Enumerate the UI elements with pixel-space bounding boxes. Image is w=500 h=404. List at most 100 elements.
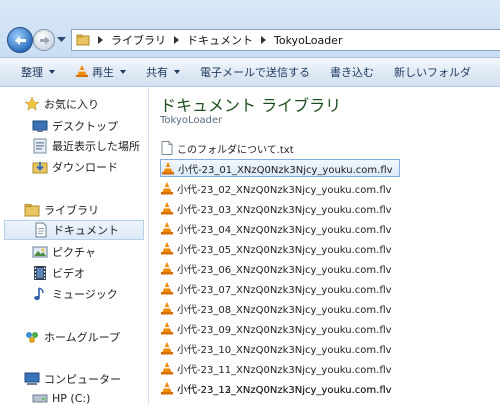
document-icon — [33, 222, 49, 238]
sidebar-item-favorites[interactable]: お気に入り — [24, 94, 99, 114]
vlc-cone-icon — [160, 181, 174, 195]
file-row[interactable]: 小代-23_05_XNzQ0Nzk3Njcy_youku.com.flv — [160, 239, 400, 257]
breadcrumb-separator-icon[interactable] — [261, 36, 266, 44]
breadcrumb-libraries[interactable]: ライブラリ — [111, 32, 166, 48]
vlc-cone-icon — [160, 221, 174, 235]
breadcrumb-separator-icon[interactable] — [174, 36, 179, 44]
forward-button[interactable] — [33, 29, 55, 51]
file-name: 小代-23_03_XNzQ0Nzk3Njcy_youku.com.flv — [177, 204, 392, 216]
vlc-cone-icon — [160, 361, 174, 375]
file-row[interactable]: 小代-23_11_XNzQ0Nzk3Njcy_youku.com.flv — [160, 359, 400, 377]
file-row[interactable]: 小代-23_04_XNzQ0Nzk3Njcy_youku.com.flv — [160, 219, 400, 237]
vlc-cone-icon — [160, 381, 174, 395]
sidebar-item-music[interactable]: ミュージック — [32, 284, 118, 304]
vlc-cone-icon — [160, 201, 174, 215]
file-row[interactable]: 小代-23_06_XNzQ0Nzk3Njcy_youku.com.flv — [160, 259, 400, 277]
sidebar-item-downloads[interactable]: ダウンロード — [32, 157, 118, 177]
sidebar-label: デスクトップ — [52, 120, 118, 133]
sidebar-item-documents[interactable]: ドキュメント — [4, 220, 144, 240]
file-row[interactable]: 小代-23_07_XNzQ0Nzk3Njcy_youku.com.flv — [160, 279, 400, 297]
sidebar-item-pictures[interactable]: ピクチャ — [32, 242, 96, 262]
back-button[interactable] — [7, 27, 33, 53]
chevron-down-icon — [174, 70, 180, 74]
share-label: 共有 — [146, 66, 168, 79]
sidebar-label: ホームグループ — [44, 331, 121, 344]
file-name: このフォルダについて.txt — [177, 144, 294, 156]
file-name: 小代-23_02_XNzQ0Nzk3Njcy_youku.com.flv — [177, 184, 392, 196]
breadcrumb-tokyoloader[interactable]: TokyoLoader — [274, 34, 342, 47]
vlc-cone-icon — [160, 261, 174, 275]
sidebar-item-recent-places[interactable]: 最近表示した場所 — [32, 136, 140, 156]
sidebar-label: お気に入り — [44, 98, 99, 111]
music-note-icon — [32, 286, 48, 302]
vlc-cone-icon — [160, 321, 174, 335]
sidebar-item-libraries[interactable]: ライブラリ — [24, 200, 99, 220]
sidebar-label: ミュージック — [52, 288, 118, 301]
file-row[interactable]: このフォルダについて.txt — [160, 139, 400, 157]
file-row[interactable]: 小代-23_13_XNzQ0Nzk3Njcy_youku.com.flv — [160, 379, 400, 397]
star-icon — [24, 96, 40, 112]
desktop-icon — [32, 118, 48, 134]
text-file-icon — [160, 141, 174, 155]
library-icon — [24, 202, 40, 218]
file-name: 小代-23_07_XNzQ0Nzk3Njcy_youku.com.flv — [177, 284, 392, 296]
address-bar-area: ライブラリ ドキュメント TokyoLoader — [0, 0, 500, 58]
file-name: 小代-23_10_XNzQ0Nzk3Njcy_youku.com.flv — [177, 344, 392, 356]
sidebar-label: ダウンロード — [52, 161, 118, 174]
explorer-window: ライブラリ ドキュメント TokyoLoader 整理 再生 共有 電子メールで… — [0, 0, 500, 404]
file-name: 小代-23_08_XNzQ0Nzk3Njcy_youku.com.flv — [177, 304, 392, 316]
sidebar-item-homegroup[interactable]: ホームグループ — [24, 327, 120, 347]
file-row[interactable]: 小代-23_10_XNzQ0Nzk3Njcy_youku.com.flv — [160, 339, 400, 357]
library-subtitle: TokyoLoader — [160, 115, 223, 126]
file-row[interactable]: 小代-23_08_XNzQ0Nzk3Njcy_youku.com.flv — [160, 299, 400, 317]
chevron-down-icon — [120, 70, 126, 74]
computer-icon — [24, 371, 40, 387]
downloads-folder-icon — [32, 159, 48, 175]
sidebar-item-computer[interactable]: コンピューター — [24, 369, 121, 389]
library-title: ドキュメント ライブラリ — [160, 96, 342, 115]
back-arrow-icon — [15, 36, 26, 45]
new-folder-button[interactable]: 新しいフォルダ — [394, 61, 471, 83]
file-row[interactable]: 小代-23_02_XNzQ0Nzk3Njcy_youku.com.flv — [160, 179, 400, 197]
file-name: 小代-23_01_XNzQ0Nzk3Njcy_youku.com.flv — [178, 164, 393, 176]
recent-pages-dropdown-icon[interactable] — [57, 37, 66, 43]
breadcrumb-separator-icon[interactable] — [98, 36, 103, 44]
burn-button[interactable]: 書き込む — [330, 61, 374, 83]
vlc-cone-icon — [160, 281, 174, 295]
file-row[interactable]: 小代-23_09_XNzQ0Nzk3Njcy_youku.com.flv — [160, 319, 400, 337]
vlc-cone-icon — [160, 341, 174, 355]
file-name: 小代-23_11_XNzQ0Nzk3Njcy_youku.com.flv — [177, 364, 392, 376]
sidebar-label: 最近表示した場所 — [52, 140, 140, 153]
sidebar-label: ドキュメント — [53, 224, 119, 237]
sidebar-label: コンピューター — [44, 373, 121, 386]
share-button[interactable]: 共有 — [146, 61, 180, 83]
chevron-down-icon — [49, 70, 55, 74]
sidebar-label: ライブラリ — [44, 204, 99, 217]
file-name: 小代-23_05_XNzQ0Nzk3Njcy_youku.com.flv — [177, 244, 392, 256]
pictures-icon — [32, 244, 48, 260]
play-button[interactable]: 再生 — [75, 61, 126, 83]
file-row[interactable]: 小代-23_03_XNzQ0Nzk3Njcy_youku.com.flv — [160, 199, 400, 217]
vlc-cone-icon — [160, 241, 174, 255]
address-field[interactable]: ライブラリ ドキュメント TokyoLoader — [71, 29, 500, 51]
sidebar-label: ビデオ — [52, 267, 85, 280]
vlc-cone-icon — [75, 64, 89, 81]
file-row-partial — [160, 399, 400, 404]
sidebar-label: HP (C:) — [52, 391, 91, 404]
sidebar-item-videos[interactable]: ビデオ — [32, 263, 85, 283]
breadcrumb-documents[interactable]: ドキュメント — [187, 32, 253, 48]
organize-label: 整理 — [21, 66, 43, 79]
email-button[interactable]: 電子メールで送信する — [200, 61, 310, 83]
file-name: 小代-23_13_XNzQ0Nzk3Njcy_youku.com.flv — [177, 384, 392, 396]
vlc-cone-icon — [161, 161, 175, 175]
recent-places-icon — [32, 138, 48, 154]
forward-arrow-icon — [40, 36, 50, 45]
burn-label: 書き込む — [330, 66, 374, 79]
organize-button[interactable]: 整理 — [21, 61, 55, 83]
hard-drive-icon — [32, 390, 48, 404]
sidebar-item-drive-c[interactable]: HP (C:) — [32, 388, 90, 404]
file-row[interactable]: 小代-23_01_XNzQ0Nzk3Njcy_youku.com.flv — [160, 159, 400, 177]
navigation-pane: お気に入り デスクトップ 最近表示した場所 ダウンロード ライブラリ ドキュメン… — [0, 87, 149, 404]
sidebar-item-desktop[interactable]: デスクトップ — [32, 116, 118, 136]
file-name: 小代-23_09_XNzQ0Nzk3Njcy_youku.com.flv — [177, 324, 392, 336]
